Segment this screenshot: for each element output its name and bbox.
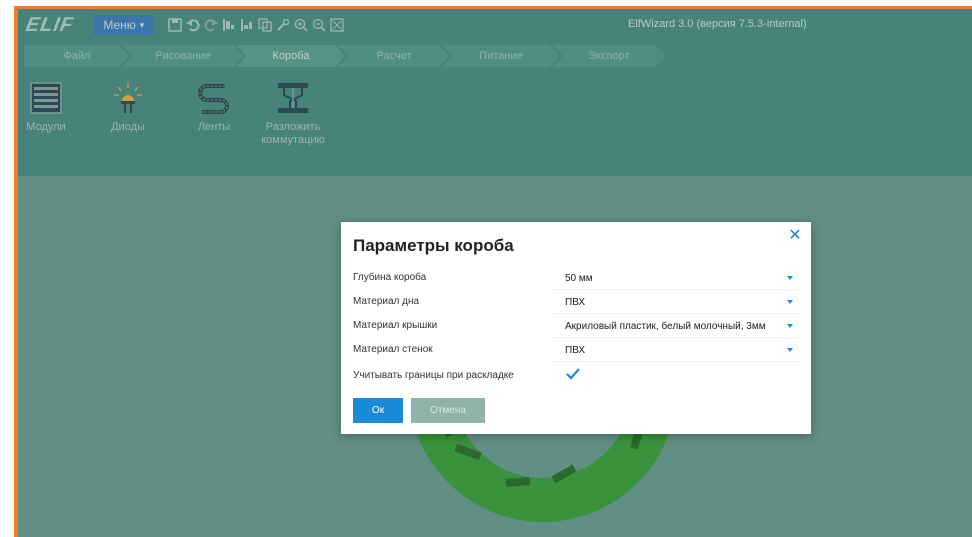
app-logo: ELIF xyxy=(24,13,76,36)
led-strip-icon xyxy=(198,84,229,114)
wall-material-select[interactable]: ПВХ xyxy=(553,340,801,362)
ribbon-wiring-button[interactable]: Разложить коммутацию xyxy=(250,81,336,147)
dialog-title: Параметры короба xyxy=(353,236,514,255)
align-left-icon[interactable] xyxy=(222,18,236,32)
field-label: Глубина короба xyxy=(353,272,427,283)
wiring-icon xyxy=(278,83,308,113)
ribbon-strips-button[interactable]: Ленты xyxy=(178,81,250,134)
select-value: ПВХ xyxy=(565,297,586,308)
undo-icon[interactable] xyxy=(186,18,200,32)
tab-drawing-label: Рисование xyxy=(155,50,211,62)
tab-calculation[interactable]: Расчет xyxy=(338,45,450,67)
field-box-depth: Глубина короба 50 мм xyxy=(353,268,801,290)
zoom-in-icon[interactable] xyxy=(294,18,308,32)
chevron-down-icon xyxy=(787,276,793,280)
copy-icon[interactable] xyxy=(258,18,272,32)
nav-tabs: Файл Рисование Короба Расчет Питание Экс… xyxy=(18,41,972,71)
cover-material-select[interactable]: Акриловый пластик, белый молочный, 3мм xyxy=(553,316,801,338)
save-icon[interactable] xyxy=(168,18,183,32)
field-bottom-material: Материал дна ПВХ xyxy=(353,292,801,314)
quick-toolbar xyxy=(168,18,344,32)
menu-button-label: Меню xyxy=(103,18,136,32)
tab-file[interactable]: Файл xyxy=(24,45,130,67)
fit-screen-icon[interactable] xyxy=(330,18,344,32)
select-value: ПВХ xyxy=(565,345,586,356)
box-parameters-dialog: Параметры короба ✕ Глубина короба 50 мм … xyxy=(341,222,811,434)
field-label: Материал крышки xyxy=(353,320,438,331)
field-label: Материал дна xyxy=(353,296,420,307)
ribbon-diodes-label: Диоды xyxy=(111,121,145,133)
cancel-button[interactable]: Отмена xyxy=(411,398,485,423)
modules-icon xyxy=(30,82,62,114)
chevron-down-icon xyxy=(787,300,793,304)
redo-icon[interactable] xyxy=(204,18,219,32)
box-depth-select[interactable]: 50 мм xyxy=(553,268,801,290)
consider-bounds-checkbox[interactable] xyxy=(565,366,581,382)
ribbon: Модули Диоды Ленты Разложить коммутацию xyxy=(18,71,972,176)
tab-power[interactable]: Питание xyxy=(442,45,560,67)
title-bar: ELIF Меню ▾ ElfWizard 3.0 (версия 7.5.3-… xyxy=(18,9,972,41)
tab-calculation-label: Расчет xyxy=(376,50,412,62)
tab-export[interactable]: Экспорт xyxy=(552,45,666,67)
ribbon-strips-label: Ленты xyxy=(197,121,231,133)
tab-boxes-label: Короба xyxy=(272,50,310,62)
diode-icon xyxy=(114,83,142,113)
select-value: Акриловый пластик, белый молочный, 3мм xyxy=(565,321,766,332)
chevron-down-icon xyxy=(787,324,793,328)
ribbon-wiring-label: Разложить коммутацию xyxy=(261,121,325,146)
app-title: ElfWizard 3.0 (версия 7.5.3-internal) xyxy=(628,18,807,30)
close-icon[interactable]: ✕ xyxy=(787,228,803,244)
checkmark-icon xyxy=(566,368,580,380)
settings-icon[interactable] xyxy=(276,18,290,32)
field-consider-bounds: Учитывать границы при раскладке xyxy=(353,366,801,388)
ribbon-diodes-button[interactable]: Диоды xyxy=(92,81,164,134)
bottom-material-select[interactable]: ПВХ xyxy=(553,292,801,314)
tab-file-label: Файл xyxy=(63,50,91,62)
menu-button[interactable]: Меню ▾ xyxy=(93,15,155,35)
field-label: Материал стенок xyxy=(353,344,433,355)
align-right-icon[interactable] xyxy=(240,18,254,32)
tab-power-label: Питание xyxy=(479,50,523,62)
chevron-down-icon: ▾ xyxy=(139,19,145,30)
ribbon-modules-label: Модули xyxy=(26,121,66,133)
tab-export-label: Экспорт xyxy=(588,50,630,62)
chevron-down-icon xyxy=(787,348,793,352)
ribbon-modules-button[interactable]: Модули xyxy=(14,81,82,134)
ok-button[interactable]: Ок xyxy=(353,398,403,423)
tab-boxes[interactable]: Короба xyxy=(236,45,346,67)
zoom-out-icon[interactable] xyxy=(312,18,326,32)
tab-drawing[interactable]: Рисование xyxy=(122,45,244,67)
checkbox-label: Учитывать границы при раскладке xyxy=(353,370,514,381)
field-wall-material: Материал стенок ПВХ xyxy=(353,340,801,362)
select-value: 50 мм xyxy=(565,273,593,284)
field-cover-material: Материал крышки Акриловый пластик, белый… xyxy=(353,316,801,338)
